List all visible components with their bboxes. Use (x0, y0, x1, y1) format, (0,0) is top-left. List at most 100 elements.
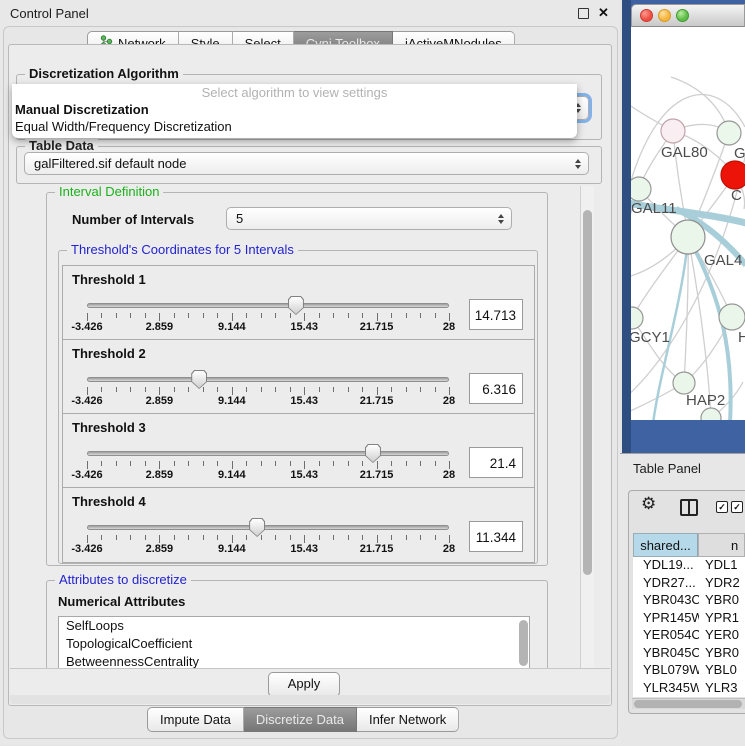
threshold-label: Threshold 3 (72, 420, 146, 435)
network-node-gal4[interactable] (671, 220, 705, 254)
tick-mark (377, 387, 378, 395)
slider-thumb[interactable] (365, 444, 381, 463)
tab-infer-network[interactable]: Infer Network (357, 707, 459, 732)
tick-mark (420, 387, 421, 392)
dropdown-options: Manual DiscretizationEqual Width/Frequen… (12, 101, 577, 135)
threshold-value-field[interactable]: 21.4 (469, 447, 523, 478)
threshold-value-field[interactable]: 11.344 (469, 521, 523, 552)
axis-label: 2.859 (146, 321, 174, 333)
close-light-icon[interactable] (640, 9, 653, 22)
tick-mark (348, 535, 349, 540)
dropdown-placeholder: Select algorithm to view settings (12, 84, 577, 101)
table-row[interactable]: YDR27...YDR2 (633, 575, 745, 593)
column-header-shared-name[interactable]: shared... (633, 533, 698, 557)
tick-mark (116, 313, 117, 318)
numerical-attributes-list[interactable]: SelfLoopsTopologicalCoefficientBetweenne… (58, 616, 530, 670)
table-row[interactable]: YLR345WYLR3 (633, 680, 745, 698)
cell-name: YDL1 (699, 557, 738, 575)
cell-shared-name: YBL079W (633, 662, 699, 680)
table-data-combobox[interactable]: galFiltered.sif default node (24, 152, 589, 175)
attribute-item-selfloops[interactable]: SelfLoops (59, 617, 529, 635)
checkbox-icon[interactable]: ✓ (731, 501, 743, 513)
tick-mark (159, 387, 160, 395)
main-scrollbar-thumb[interactable] (583, 210, 592, 575)
table-row[interactable]: YBL079WYBL0 (633, 662, 745, 680)
columns-icon[interactable] (680, 499, 698, 516)
slider-track[interactable] (87, 377, 449, 382)
tick-mark (261, 387, 262, 392)
table-row[interactable]: YDL19...YDL1 (633, 557, 745, 575)
network-node-gal80[interactable] (661, 119, 685, 143)
number-of-intervals-combobox[interactable]: 5 (226, 207, 512, 230)
attributes-scrollbar-thumb[interactable] (519, 620, 528, 666)
zoom-light-icon[interactable] (676, 9, 689, 22)
slider-track[interactable] (87, 303, 449, 308)
tick-mark (406, 313, 407, 318)
table-hscrollbar-thumb[interactable] (634, 700, 742, 708)
axis-label: 15.43 (290, 543, 318, 555)
tick-mark (246, 535, 247, 540)
table-row[interactable]: YPR145WYPR1 (633, 610, 745, 628)
main-vertical-scrollbar[interactable] (580, 186, 594, 668)
table-row[interactable]: YER054CYER0 (633, 627, 745, 645)
tick-mark (304, 535, 305, 543)
table-horizontal-scrollbar[interactable] (632, 698, 745, 709)
tick-mark (275, 313, 276, 318)
cell-shared-name: YDL19... (633, 557, 699, 575)
network-edge[interactable] (632, 318, 684, 383)
tick-mark (261, 313, 262, 318)
axis-label: 28 (443, 395, 455, 407)
number-of-intervals-value: 5 (236, 211, 243, 226)
axis-label: 28 (443, 543, 455, 555)
float-window-icon[interactable] (578, 8, 589, 19)
tick-mark (130, 387, 131, 392)
tick-mark (449, 313, 450, 321)
tab-impute-data[interactable]: Impute Data (147, 707, 244, 732)
tab-discretize-data[interactable]: Discretize Data (244, 707, 357, 732)
threshold-value-field[interactable]: 6.316 (469, 373, 523, 404)
close-icon[interactable]: ✕ (598, 5, 609, 21)
tick-mark (304, 461, 305, 469)
apply-button[interactable]: Apply (268, 672, 340, 697)
threshold-value-field[interactable]: 14.713 (469, 299, 523, 330)
attribute-item-topologicalcoefficient[interactable]: TopologicalCoefficient (59, 635, 529, 653)
gear-icon[interactable]: ⚙ (641, 494, 656, 514)
tick-mark (435, 313, 436, 318)
column-header-name[interactable]: n (698, 533, 745, 557)
tick-mark (130, 313, 131, 318)
slider-thumb[interactable] (191, 370, 207, 389)
tick-mark (435, 461, 436, 466)
network-node-hap2[interactable] (673, 372, 695, 394)
tick-mark (246, 461, 247, 466)
network-node-ga[interactable] (717, 121, 741, 145)
axis-label: 15.43 (290, 321, 318, 333)
table-row[interactable]: YBR045CYBR0 (633, 645, 745, 663)
algorithm-dropdown-popup: Select algorithm to view settings Manual… (12, 84, 577, 138)
slider-track[interactable] (87, 525, 449, 530)
network-node-gal11[interactable] (631, 177, 651, 201)
network-node-h[interactable] (719, 304, 745, 330)
tick-mark (232, 535, 233, 543)
checkbox-icon[interactable]: ✓ (716, 501, 728, 513)
network-canvas[interactable]: GAL80GACGAL11GAL4GCY1HHAP2 (631, 27, 745, 420)
cell-name: YPR1 (699, 610, 739, 628)
tick-mark (217, 313, 218, 318)
minimize-light-icon[interactable] (658, 9, 671, 22)
tick-mark (319, 535, 320, 540)
slider-thumb[interactable] (249, 518, 265, 537)
network-node[interactable] (701, 408, 721, 420)
dropdown-option-equal-width-frequency-discretization[interactable]: Equal Width/Frequency Discretization (12, 118, 577, 135)
tick-mark (290, 387, 291, 392)
network-node-gcy1[interactable] (631, 307, 643, 329)
axis-label: 15.43 (290, 395, 318, 407)
slider-track[interactable] (87, 451, 449, 456)
tick-mark (435, 535, 436, 540)
table-row[interactable]: YBR043CYBR0 (633, 592, 745, 610)
tick-mark (348, 461, 349, 466)
network-node-c[interactable] (721, 161, 745, 189)
threshold-panel-4: Threshold 4-3.4262.8599.14415.4321.71528… (62, 487, 535, 563)
dropdown-option-manual-discretization[interactable]: Manual Discretization (12, 101, 577, 118)
tick-mark (145, 535, 146, 540)
tick-mark (101, 387, 102, 392)
tick-mark (304, 313, 305, 321)
